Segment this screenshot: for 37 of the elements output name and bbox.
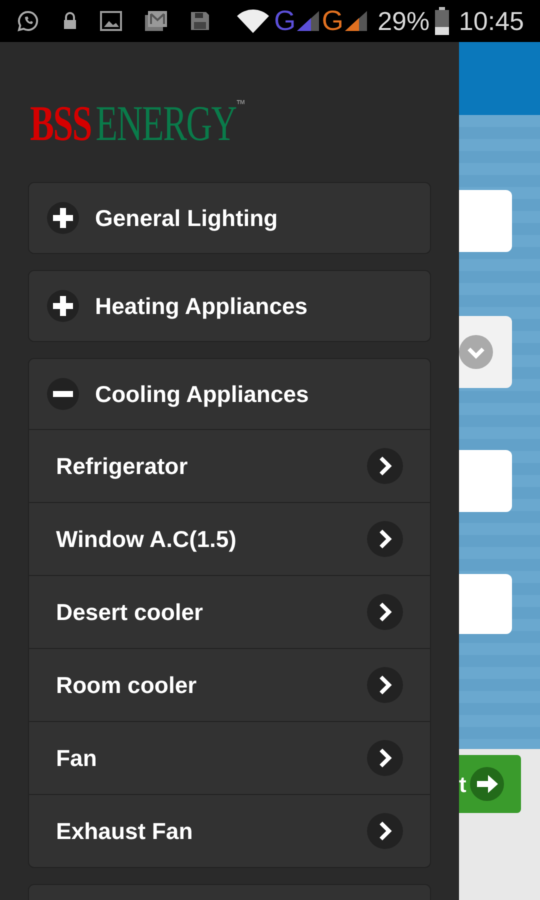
chevron-right-icon	[367, 813, 403, 849]
battery-percent: 29%	[378, 4, 430, 38]
chevron-right-icon	[367, 594, 403, 630]
input-field[interactable]	[459, 450, 512, 512]
chevron-down-icon	[459, 335, 493, 369]
battery-icon	[434, 7, 450, 35]
lock-icon	[62, 11, 78, 31]
menu-item[interactable]: Refrigerator	[29, 429, 430, 502]
next-button[interactable]: t	[459, 755, 521, 813]
plus-icon	[47, 202, 79, 234]
image-icon	[100, 11, 122, 31]
chevron-right-icon	[367, 740, 403, 776]
logo-text: ENERGY	[96, 98, 236, 148]
chevron-right-icon	[367, 448, 403, 484]
trademark-mark: ™	[236, 98, 245, 111]
logo-text: BSS	[30, 98, 92, 148]
menu-item[interactable]: Fan	[29, 721, 430, 794]
arrow-right-icon	[470, 767, 504, 801]
chat-bubble-icon	[16, 9, 40, 33]
input-field[interactable]	[459, 190, 512, 252]
signal-icon	[296, 10, 320, 32]
network-type-label: G	[274, 7, 296, 35]
chevron-right-icon	[367, 521, 403, 557]
menu-item[interactable]: Exhaust Fan	[29, 794, 430, 867]
wifi-icon	[236, 8, 270, 34]
minus-icon	[47, 378, 79, 410]
menu-item[interactable]: Window A.C(1.5)	[29, 502, 430, 575]
chevron-right-icon	[367, 667, 403, 703]
input-field[interactable]	[459, 574, 512, 634]
select-field[interactable]	[459, 316, 512, 388]
plus-icon	[47, 290, 79, 322]
signal-icon	[344, 10, 368, 32]
menu-item[interactable]: Desert cooler	[29, 575, 430, 648]
network-type-label: G	[322, 7, 344, 35]
mail-icon	[144, 10, 168, 32]
clock-time: 10:45	[458, 4, 524, 38]
menu-item[interactable]: Room cooler	[29, 648, 430, 721]
